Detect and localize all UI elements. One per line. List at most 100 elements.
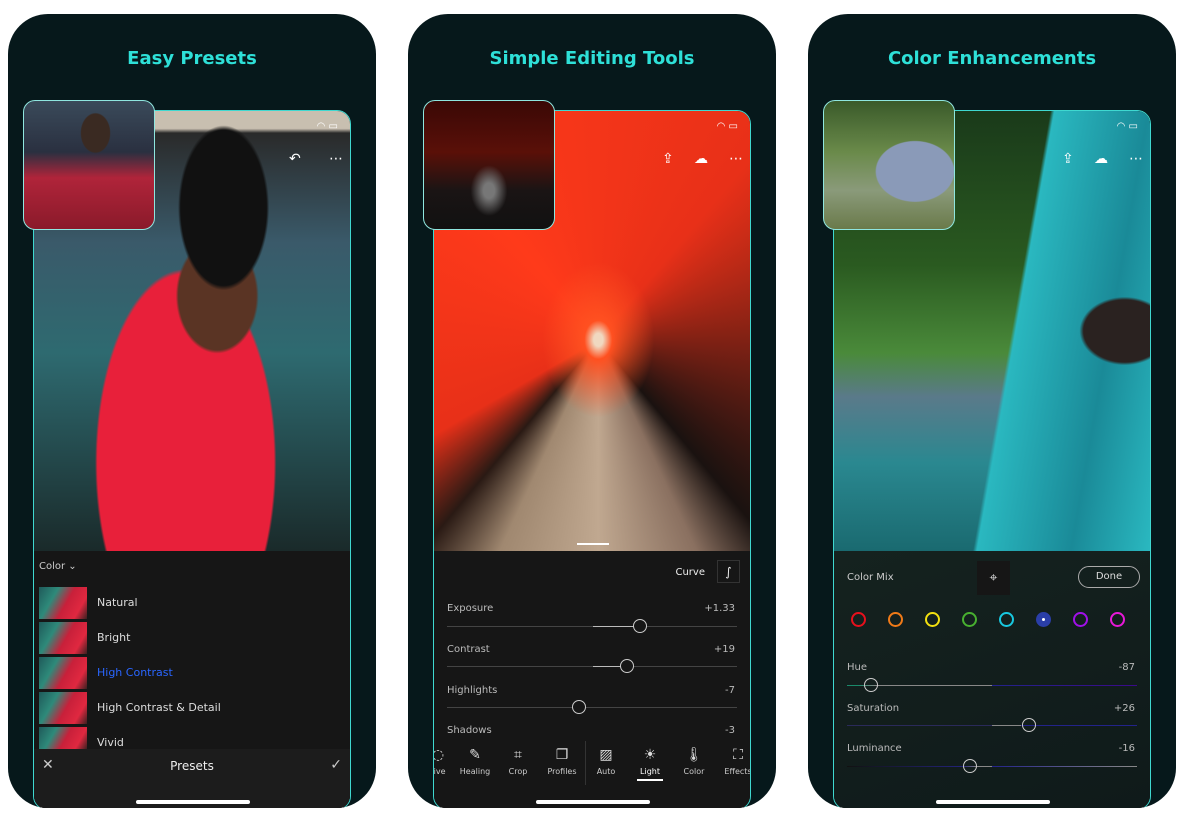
tool-color[interactable]: 🌡︎ Color (672, 747, 716, 776)
tool-effects[interactable]: ⛶ Effects (716, 747, 750, 776)
color-swatch[interactable] (1110, 612, 1125, 627)
shadows-label: Shadows (447, 725, 492, 736)
cloud-sync-icon[interactable]: ☁ (1094, 151, 1108, 167)
presets-title: Presets (170, 759, 214, 773)
tool-healing[interactable]: ✎ Healing (453, 747, 497, 776)
bandage-icon: ✎ (469, 747, 481, 763)
preset-thumbnail[interactable] (39, 657, 87, 689)
preset-thumbnail[interactable] (39, 587, 87, 619)
tool-auto[interactable]: ▨ Auto (584, 747, 628, 776)
exposure-slider-thumb[interactable] (633, 619, 647, 633)
hue-value: -87 (1118, 662, 1135, 673)
preset-high-contrast-detail[interactable]: High Contrast & Detail (97, 701, 221, 714)
shadows-value: -3 (725, 725, 735, 736)
luminance-label: Luminance (847, 743, 902, 754)
color-swatch[interactable] (888, 612, 903, 627)
checkmark-icon[interactable]: ✓ (330, 757, 342, 773)
color-swatch[interactable] (999, 612, 1014, 627)
card-title: Simple Editing Tools (489, 48, 695, 69)
tool-label: Color (683, 767, 705, 776)
color-swatch[interactable] (962, 612, 977, 627)
light-panel: Curve ∫ Exposure +1.33 Contrast +19 High… (434, 551, 750, 808)
curve-button[interactable]: ∫ (717, 560, 740, 583)
luminance-slider[interactable] (847, 766, 1137, 767)
profiles-icon: ❐ (555, 747, 569, 763)
sun-icon: ☀ (643, 747, 657, 763)
color-swatch[interactable] (1073, 612, 1088, 627)
curve-label: Curve (675, 567, 705, 578)
highlights-slider-thumb[interactable] (572, 700, 586, 714)
home-indicator (936, 800, 1050, 804)
contrast-value: +19 (713, 644, 735, 655)
status-bar-icons: ◠ ▭ (716, 121, 738, 132)
tool-profiles[interactable]: ❐ Profiles (540, 747, 584, 776)
card-title: Easy Presets (127, 48, 257, 69)
exposure-label: Exposure (447, 603, 494, 614)
preset-thumbnail[interactable] (39, 727, 87, 749)
active-tab-underline (637, 779, 663, 781)
color-swatch[interactable] (925, 612, 940, 627)
card-easy-presets: Easy Presets ◠ ▭ ↶ ⋯ Color ⌄ Natural Bri… (8, 14, 376, 808)
home-indicator (536, 800, 650, 804)
preset-high-contrast[interactable]: High Contrast (97, 666, 173, 679)
preset-thumbnail[interactable] (39, 622, 87, 654)
saturation-label: Saturation (847, 703, 900, 714)
color-swatch[interactable] (851, 612, 866, 627)
color-mix-label: Color Mix (847, 572, 894, 583)
done-button[interactable]: Done (1078, 566, 1140, 588)
tool-crop[interactable]: ⌗ Crop (496, 747, 540, 776)
cloud-sync-icon[interactable]: ☁ (694, 151, 708, 167)
share-icon[interactable]: ⇪ (1062, 151, 1074, 167)
more-icon[interactable]: ⋯ (1129, 151, 1143, 167)
status-bar-icons: ◠ ▭ (1116, 121, 1138, 132)
hue-label: Hue (847, 662, 868, 673)
tool-label: tive (433, 767, 446, 776)
preset-bright[interactable]: Bright (97, 631, 130, 644)
before-thumbnail (23, 100, 155, 230)
preset-thumbnail[interactable] (39, 692, 87, 724)
tool-label: Healing (459, 767, 491, 776)
presets-panel: Color ⌄ Natural Bright High Contrast Hig… (34, 551, 350, 808)
target-adjust-button[interactable]: ⌖ (977, 561, 1010, 595)
highlights-label: Highlights (447, 685, 498, 696)
saturation-slider[interactable] (847, 725, 1137, 726)
exposure-value: +1.33 (704, 603, 735, 614)
contrast-slider-thumb[interactable] (620, 659, 634, 673)
tool-label: Crop (508, 767, 528, 776)
color-mix-panel: Color Mix ⌖ Done Hue -87 Saturation +26 … (834, 551, 1150, 808)
preset-group-label: Color (39, 561, 66, 572)
home-indicator (136, 800, 250, 804)
effects-icon: ⛶ (733, 747, 743, 763)
chevron-down-icon: ⌄ (68, 561, 77, 572)
contrast-slider[interactable] (447, 666, 737, 667)
hue-slider-thumb[interactable] (864, 678, 878, 692)
crop-icon: ⌗ (514, 747, 522, 763)
thermometer-icon: 🌡︎ (685, 747, 703, 763)
luminance-slider-thumb[interactable] (963, 759, 977, 773)
highlights-value: -7 (725, 685, 735, 696)
tool-label: Profiles (547, 767, 577, 776)
hue-slider[interactable] (847, 685, 1137, 686)
tool-label: Auto (596, 767, 616, 776)
panel-handle[interactable] (577, 543, 609, 545)
saturation-value: +26 (1113, 703, 1135, 714)
before-thumbnail (823, 100, 955, 230)
share-icon[interactable]: ⇪ (662, 151, 674, 167)
more-icon[interactable]: ⋯ (329, 151, 343, 167)
preset-natural[interactable]: Natural (97, 596, 138, 609)
card-title: Color Enhancements (887, 48, 1097, 69)
card-color-enhancements: Color Enhancements ◠ ▭ ⇪ ☁ ⋯ Color Mix ⌖… (808, 14, 1176, 808)
exposure-slider[interactable] (447, 626, 737, 627)
card-simple-editing-tools: Simple Editing Tools ◠ ▭ ⇪ ☁ ⋯ Curve ∫ E… (408, 14, 776, 808)
more-icon[interactable]: ⋯ (729, 151, 743, 167)
saturation-slider-thumb[interactable] (1022, 718, 1036, 732)
preset-group-dropdown[interactable]: Color ⌄ (39, 561, 77, 572)
color-swatch[interactable] (1036, 612, 1051, 627)
highlights-slider[interactable] (447, 707, 737, 708)
undo-icon[interactable]: ↶ (289, 151, 301, 167)
preset-vivid[interactable]: Vivid (97, 736, 124, 749)
tool-label: Light (640, 767, 660, 776)
auto-icon: ▨ (599, 747, 613, 763)
crosshair-icon: ⌖ (989, 570, 998, 586)
tool-light[interactable]: ☀ Light (628, 747, 672, 781)
